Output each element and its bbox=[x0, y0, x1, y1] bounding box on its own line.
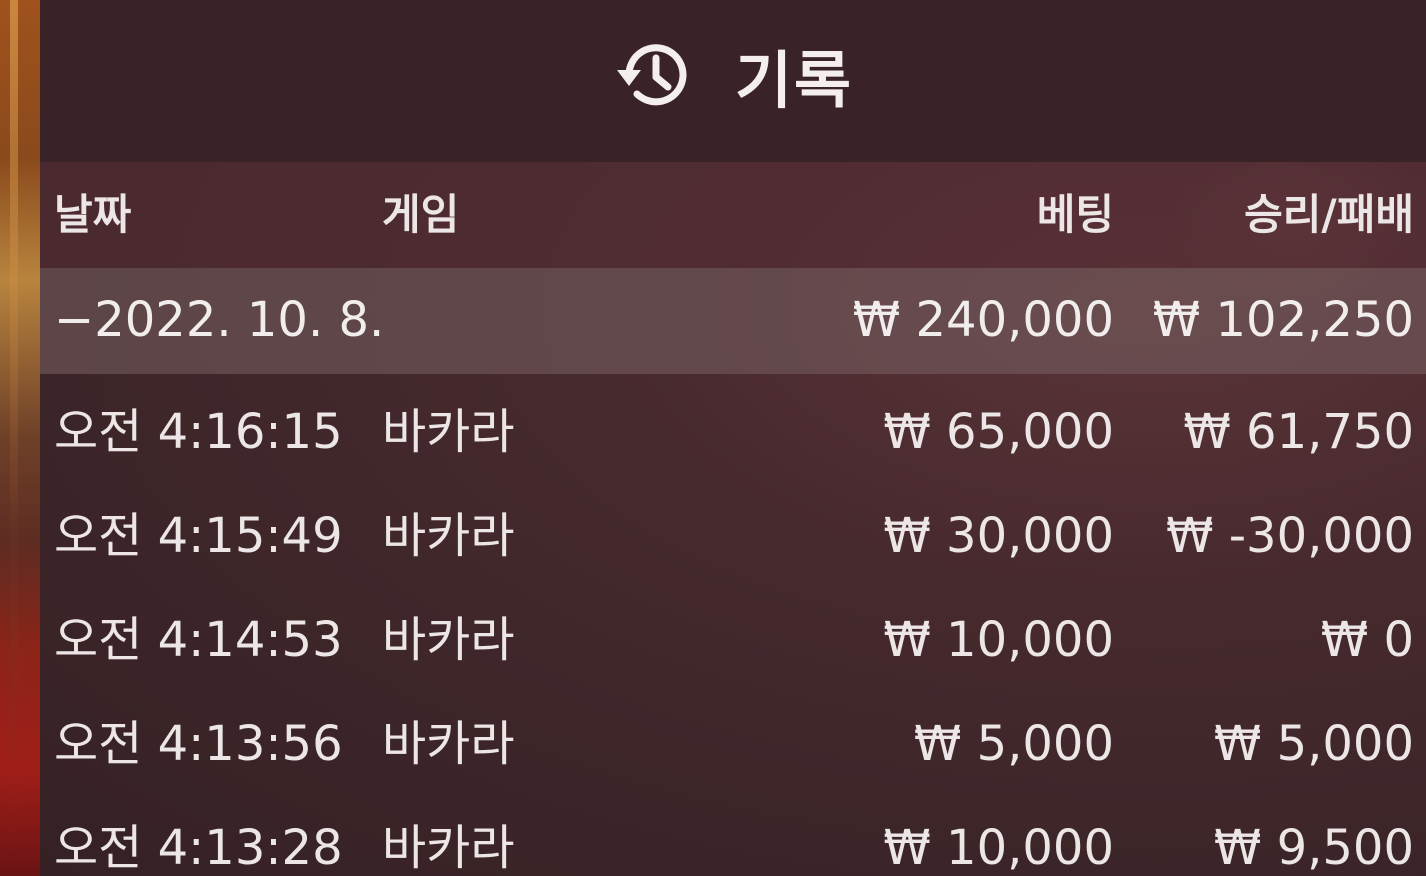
row-bet: ₩ 65,000 bbox=[883, 404, 1114, 460]
date-group-total-win-loss: ₩ 102,250 bbox=[1152, 292, 1414, 348]
row-win-loss: ₩ -30,000 bbox=[1166, 508, 1414, 564]
row-game: 바카라 bbox=[382, 716, 515, 772]
history-screen: 기록 날짜 게임 베팅 승리/패배 −2022. 10. 8. ₩ 240,00… bbox=[0, 0, 1426, 876]
row-win-loss: ₩ 9,500 bbox=[1213, 820, 1414, 876]
page-title: 기록 bbox=[735, 44, 854, 117]
row-bet: ₩ 10,000 bbox=[883, 820, 1114, 876]
history-panel: 기록 날짜 게임 베팅 승리/패배 −2022. 10. 8. ₩ 240,00… bbox=[40, 0, 1426, 876]
date-group-row[interactable]: −2022. 10. 8. ₩ 240,000 ₩ 102,250 bbox=[40, 268, 1426, 374]
row-time: 오전 4:13:28 bbox=[54, 820, 343, 876]
table-row[interactable]: 오전 4:14:53 바카라 ₩ 10,000 ₩ 0 bbox=[40, 588, 1426, 692]
column-header-date[interactable]: 날짜 bbox=[54, 190, 131, 240]
row-bet: ₩ 10,000 bbox=[883, 612, 1114, 668]
row-bet: ₩ 30,000 bbox=[883, 508, 1114, 564]
row-game: 바카라 bbox=[382, 508, 515, 564]
table-row[interactable]: 오전 4:15:49 바카라 ₩ 30,000 ₩ -30,000 bbox=[40, 484, 1426, 588]
row-time: 오전 4:14:53 bbox=[54, 612, 343, 668]
row-time: 오전 4:15:49 bbox=[54, 508, 343, 564]
row-game: 바카라 bbox=[382, 404, 515, 460]
history-icon bbox=[615, 34, 697, 116]
row-game: 바카라 bbox=[382, 820, 515, 876]
column-header-game[interactable]: 게임 bbox=[382, 190, 459, 240]
row-game: 바카라 bbox=[382, 612, 515, 668]
row-win-loss: ₩ 5,000 bbox=[1213, 716, 1414, 772]
column-header-bet[interactable]: 베팅 bbox=[1037, 190, 1114, 240]
table-row[interactable]: 오전 4:13:28 바카라 ₩ 10,000 ₩ 9,500 bbox=[40, 796, 1426, 876]
title-group: 기록 bbox=[615, 30, 853, 120]
table-row[interactable]: 오전 4:16:15 바카라 ₩ 65,000 ₩ 61,750 bbox=[40, 380, 1426, 484]
title-bar: 기록 bbox=[40, 0, 1426, 162]
date-group-total-bet: ₩ 240,000 bbox=[852, 292, 1114, 348]
table-header: 날짜 게임 베팅 승리/패배 bbox=[40, 162, 1426, 268]
game-scene-edge bbox=[0, 0, 40, 876]
row-time: 오전 4:13:56 bbox=[54, 716, 343, 772]
date-group-label: −2022. 10. 8. bbox=[54, 292, 385, 348]
row-win-loss: ₩ 61,750 bbox=[1183, 404, 1414, 460]
row-bet: ₩ 5,000 bbox=[913, 716, 1114, 772]
column-header-win-loss[interactable]: 승리/패배 bbox=[1244, 190, 1414, 240]
row-win-loss: ₩ 0 bbox=[1320, 612, 1414, 668]
table-row[interactable]: 오전 4:13:56 바카라 ₩ 5,000 ₩ 5,000 bbox=[40, 692, 1426, 796]
row-time: 오전 4:16:15 bbox=[54, 404, 343, 460]
